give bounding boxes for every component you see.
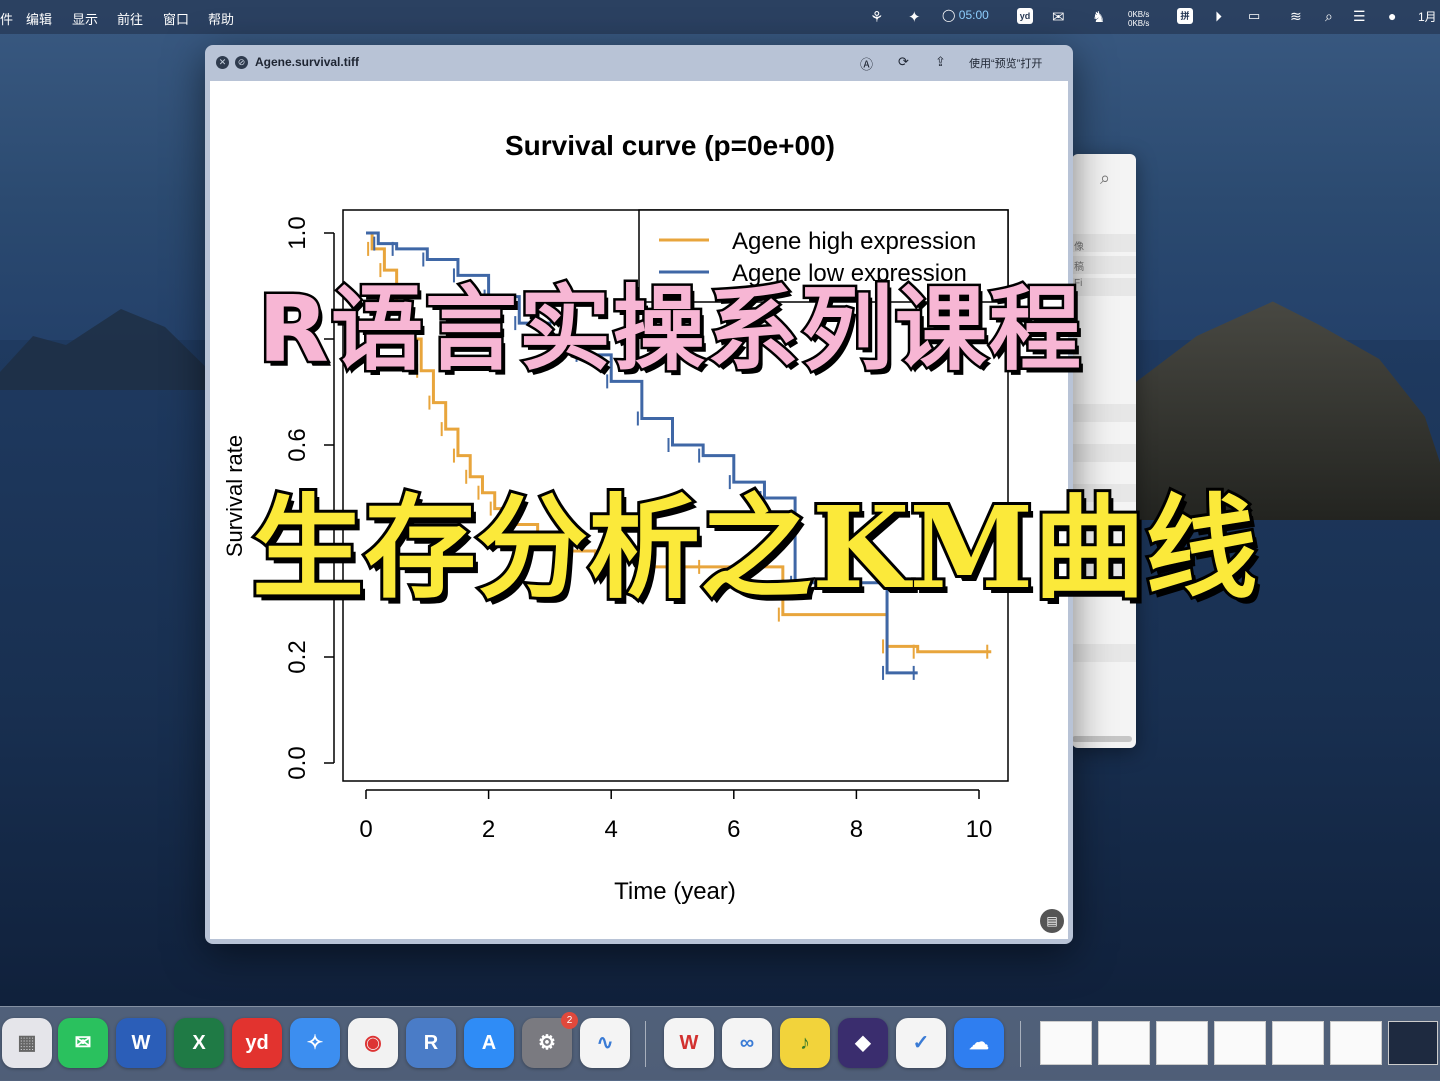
timer-widget[interactable]: ◯ 05:00 <box>942 8 989 22</box>
menu-item-edit[interactable]: 编辑 <box>26 9 52 28</box>
minimized-window-thumb[interactable] <box>1214 1021 1266 1065</box>
minimized-window-thumb[interactable] <box>1330 1021 1382 1065</box>
wifi-icon[interactable]: ≋ <box>1290 8 1302 25</box>
rotate-icon[interactable]: ⟳ <box>898 54 909 70</box>
baidu-netdisk-icon[interactable]: ∞ <box>722 1018 772 1068</box>
y-tick-label: 0.2 <box>284 640 311 673</box>
siri-icon[interactable]: ● <box>1388 8 1396 24</box>
notification-badge: 2 <box>561 1012 578 1029</box>
y-axis-label: Survival rate <box>222 435 247 557</box>
control-center-icon[interactable]: ☰ <box>1353 8 1366 25</box>
menu-bar: 件 编辑 显示 前往 窗口 帮助 ⚘ ✦ ◯ 05:00 yd ✉ ♞ 0KB/… <box>0 0 1440 34</box>
overlay-title-course: R语言实操系列课程 <box>256 274 1084 386</box>
freeform-app-icon[interactable]: ∿ <box>580 1018 630 1068</box>
app-store-icon[interactable]: A <box>464 1018 514 1068</box>
input-method[interactable]: 拼 <box>1177 8 1193 24</box>
wechat-app-icon[interactable]: ✉ <box>58 1018 108 1068</box>
dock-separator <box>645 1021 646 1067</box>
timer-value: 05:00 <box>958 8 989 22</box>
window-titlebar[interactable]: ✕ ⊘ Agene.survival.tiff Ⓐ ⟳ ⇪ 使用“预览”打开 <box>205 45 1073 81</box>
chrome-app-icon[interactable]: ◉ <box>348 1018 398 1068</box>
battery-icon[interactable]: ▭ <box>1248 8 1260 24</box>
share-icon[interactable]: ⇪ <box>935 54 946 70</box>
dock-separator <box>1020 1021 1021 1067</box>
menu-item-file[interactable]: 件 <box>0 9 13 28</box>
minimized-window-thumb[interactable] <box>1098 1021 1150 1065</box>
menu-date[interactable]: 1月 <box>1418 8 1437 25</box>
lark-app-icon[interactable]: ☁ <box>954 1018 1004 1068</box>
link-icon[interactable]: ⚘ <box>870 8 883 26</box>
x-tick-label: 10 <box>966 816 993 843</box>
minimized-window-thumb[interactable] <box>1156 1021 1208 1065</box>
scrollbar[interactable] <box>1072 736 1132 742</box>
x-axis-label: Time (year) <box>614 878 736 905</box>
cat-icon[interactable]: ♞ <box>1092 8 1105 26</box>
y-tick-label: 0.0 <box>284 746 311 779</box>
x-tick-label: 8 <box>850 816 863 843</box>
legend-label-high: Agene high expression <box>732 228 976 255</box>
overlay-title-topic: 生存分析之KM曲线 <box>249 480 1260 617</box>
x-tick-label: 2 <box>482 816 495 843</box>
obsidian-app-icon[interactable]: ◆ <box>838 1018 888 1068</box>
wechat-icon[interactable]: ✉ <box>1052 8 1065 26</box>
system-settings-icon[interactable]: ⚙ 2 <box>522 1012 578 1068</box>
menu-item-go[interactable]: 前往 <box>117 9 143 28</box>
search-icon[interactable]: ⌕ <box>1325 8 1333 25</box>
row-strip <box>1072 644 1136 662</box>
word-app-icon[interactable]: W <box>116 1018 166 1068</box>
wps-app-icon[interactable]: W <box>664 1018 714 1068</box>
y-tick-label: 0.6 <box>284 428 311 461</box>
net-up: 0KB/s <box>1128 10 1150 19</box>
markup-icon[interactable]: Ⓐ <box>860 54 873 73</box>
net-down: 0KB/s <box>1128 19 1150 28</box>
minimized-window-thumb[interactable] <box>1040 1021 1092 1065</box>
row-strip <box>1072 404 1136 422</box>
dock: ▦ ✉ W X yd ✧ ◉ R A ⚙ 2 ∿ W ∞ ♪ ◆ ✓ ☁ <box>0 1006 1440 1081</box>
youdao-icon[interactable]: yd <box>1017 8 1033 24</box>
back-window-label: 像 <box>1074 242 1084 253</box>
launchpad-icon[interactable]: ▦ <box>2 1018 52 1068</box>
bookmark-icon[interactable]: ✦ <box>908 8 921 26</box>
ticktick-app-icon[interactable]: ✓ <box>896 1018 946 1068</box>
music-app-icon[interactable]: ♪ <box>780 1018 830 1068</box>
search-icon[interactable]: ⌕ <box>1100 168 1110 189</box>
excel-app-icon[interactable]: X <box>174 1018 224 1068</box>
live-text-icon[interactable]: ▤ <box>1040 909 1064 933</box>
close-button[interactable]: ✕ <box>216 56 229 69</box>
play-icon[interactable]: ⏵ <box>1215 8 1222 25</box>
x-tick-label: 0 <box>359 816 372 843</box>
background-window[interactable]: ⌕ 像 稿 Fi <box>1072 154 1136 748</box>
network-speed: 0KB/s 0KB/s <box>1128 10 1149 28</box>
menu-item-help[interactable]: 帮助 <box>208 9 234 28</box>
youdao-app-icon[interactable]: yd <box>232 1018 282 1068</box>
x-tick-label: 4 <box>605 816 618 843</box>
minimized-window-thumb[interactable] <box>1272 1021 1324 1065</box>
menu-item-view[interactable]: 显示 <box>72 9 98 28</box>
r-app-icon[interactable]: R <box>406 1018 456 1068</box>
y-tick-label: 1.0 <box>284 216 311 249</box>
x-tick-label: 6 <box>727 816 740 843</box>
chart-title: Survival curve (p=0e+00) <box>505 130 835 161</box>
minimize-button[interactable]: ⊘ <box>235 56 248 69</box>
menu-item-window[interactable]: 窗口 <box>163 9 189 28</box>
timer-icon: ◯ <box>942 8 956 22</box>
minimized-window-thumb[interactable] <box>1388 1021 1438 1065</box>
input-method-label: 拼 <box>1177 8 1193 24</box>
safari-app-icon[interactable]: ✧ <box>290 1018 340 1068</box>
window-title: Agene.survival.tiff <box>255 55 360 69</box>
open-with-preview-button[interactable]: 使用“预览”打开 <box>969 55 1042 71</box>
